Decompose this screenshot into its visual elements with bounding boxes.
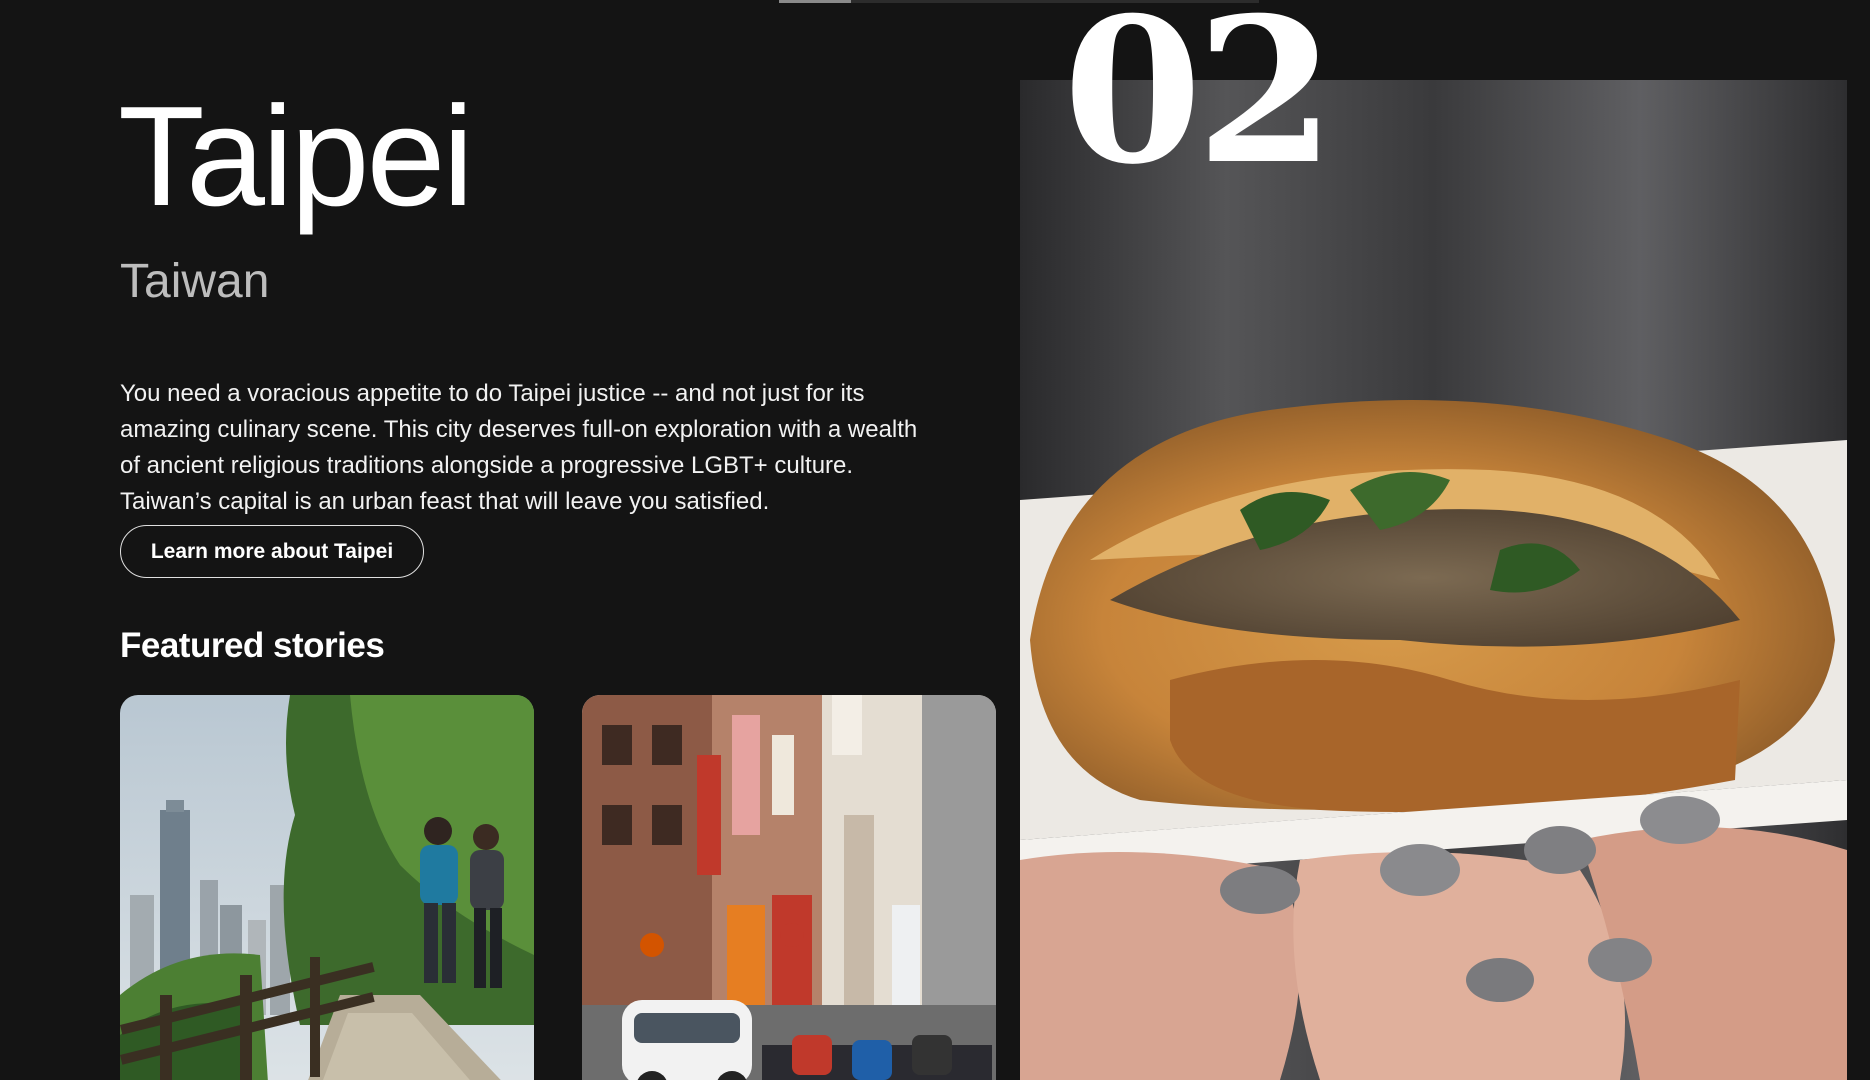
slide-number: 02 (1063, 0, 1335, 209)
country-subtitle: Taiwan (120, 255, 270, 308)
story-card-hiking-trail[interactable] (120, 695, 534, 1080)
city-title: Taipei (118, 77, 474, 236)
hero-food-photo (1020, 80, 1847, 1080)
destination-description: You need a voracious appetite to do Taip… (120, 380, 918, 515)
featured-stories-heading: Featured stories (120, 626, 385, 665)
old-street-photo (582, 695, 996, 1080)
hiking-trail-photo (120, 695, 534, 1080)
story-card-old-street[interactable] (582, 695, 996, 1080)
learn-more-button[interactable]: Learn more about Taipei (120, 525, 424, 578)
carousel-progress-fill (779, 0, 851, 3)
destination-slide: Taipei Taiwan You need a voracious appet… (0, 0, 1870, 1080)
pepper-bun-photo (1020, 80, 1847, 1080)
